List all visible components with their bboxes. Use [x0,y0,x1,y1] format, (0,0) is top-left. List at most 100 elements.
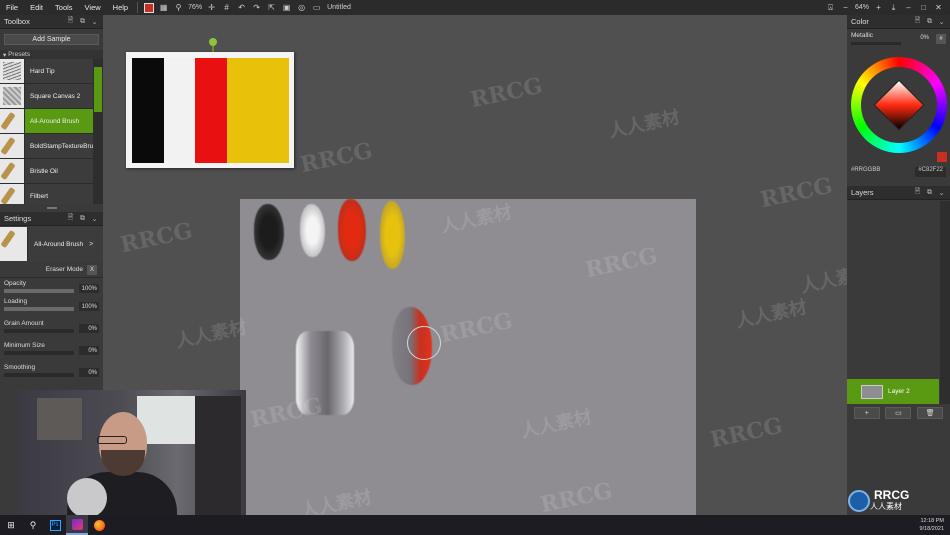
painting-canvas[interactable] [240,199,696,515]
slider-value[interactable]: 0% [79,346,99,355]
detach-icon[interactable]: ⧉ [78,214,87,223]
trash-icon[interactable]: 🗎 [66,17,75,26]
slider-value[interactable]: 100% [79,302,99,311]
preset-item[interactable]: Bristle Oil [0,159,103,184]
download-icon[interactable]: ⤓ [888,2,899,13]
presets-header[interactable]: ▾ Presets [0,50,103,59]
slider-track[interactable] [4,289,74,293]
preset-item[interactable]: Square Canvas 2 [0,84,103,109]
preset-scrollbar[interactable] [93,59,103,204]
menu-tools[interactable]: Tools [49,3,79,12]
hex-input[interactable]: #C82F22 [915,167,946,177]
zoom-in-icon[interactable]: + [873,2,884,13]
saturation-value-picker[interactable] [873,79,925,131]
eraser-toggle[interactable]: X [87,264,97,275]
redo-icon[interactable]: ↷ [251,2,262,13]
logo-sub: 人人素材 [870,502,902,511]
windows-start-icon[interactable]: ⊞ [0,515,22,535]
slider-label: Opacity [4,280,27,287]
preset-thumbnail [0,184,25,204]
chevron-down-icon[interactable]: ⌄ [90,17,99,26]
add-sample-button[interactable]: Add Sample [4,34,99,45]
layer-item-active[interactable]: Layer 2 [847,379,939,404]
trash-icon[interactable]: 🗎 [66,214,75,223]
slider-value[interactable]: 0% [79,324,99,333]
delete-layer-button[interactable]: 🗑 [917,407,944,419]
chevron-down-icon[interactable]: ⌄ [937,188,946,197]
preset-item[interactable]: BoldStampTextureBrush [0,134,103,159]
metallic-slider[interactable]: Metallic 0% # [847,29,950,47]
add-layer-button[interactable]: + [853,407,880,419]
slider-track[interactable] [4,329,74,333]
current-brush-selector[interactable]: All-Around Brush > [0,226,103,262]
color-header: Color 🗎 ⧉ ⌄ [847,15,950,29]
preset-item[interactable]: Hard Tip [0,59,103,84]
slider-track[interactable] [851,42,901,45]
trash-icon[interactable]: 🗎 [913,188,922,197]
reference-swatch-black [132,58,164,163]
pinned-reference-image[interactable] [126,52,294,168]
chevron-down-icon[interactable]: ⌄ [90,214,99,223]
hash-icon[interactable]: # [936,34,946,44]
menu-help[interactable]: Help [107,3,134,12]
menu-view[interactable]: View [79,3,107,12]
close-icon[interactable]: ✕ [933,2,944,13]
hash-icon[interactable]: # [221,2,232,13]
tilt-icon[interactable]: ⍓ [825,2,836,13]
preset-label: Filbert [30,192,49,200]
preset-item[interactable]: Filbert [0,184,103,204]
detach-icon[interactable]: ⧉ [78,17,87,26]
undo-icon[interactable]: ↶ [236,2,247,13]
opacity-slider[interactable]: Opacity 100% [0,278,103,296]
minimize-icon[interactable]: – [903,2,914,13]
search-icon[interactable]: ⚲ [22,515,44,535]
save-icon[interactable]: ▣ [281,2,292,13]
right-panel: Color 🗎 ⧉ ⌄ Metallic 0% # #RRGGBB #C82F2… [847,15,950,515]
current-color-swatch[interactable] [937,152,947,162]
photoshop-icon[interactable]: Ps [44,515,66,535]
zoom-level[interactable]: 76% [188,4,202,11]
chevron-down-icon[interactable]: ⌄ [937,17,946,26]
slider-track[interactable] [4,307,74,311]
slider-track[interactable] [4,351,74,355]
move-icon[interactable]: ✛ [206,2,217,13]
loading-slider[interactable]: Loading 100% [0,296,103,314]
preset-label: BoldStampTextureBrush [30,142,101,150]
rebelle-app-icon[interactable] [66,515,88,535]
slider-value[interactable]: 100% [79,284,99,293]
canvas-zoom-level[interactable]: 64% [855,4,869,11]
panel-divider-handle[interactable] [0,204,103,212]
folder-button[interactable]: ▭ [885,407,912,419]
pin-icon[interactable] [209,38,217,46]
trash-icon[interactable]: 🗎 [913,17,922,26]
maximize-icon[interactable]: □ [918,2,929,13]
grid-icon[interactable]: ▦ [158,2,169,13]
layer-scrollbar[interactable] [940,201,950,404]
zoom-out-icon[interactable]: − [840,2,851,13]
system-clock[interactable]: 12:18 PM 9/18/2021 [920,517,944,533]
scroll-thumb[interactable] [94,67,102,112]
chevron-right-icon: > [89,240,94,248]
preset-item-active[interactable]: All-Around Brush [0,109,103,134]
slider-track[interactable] [4,373,74,377]
slider-fill [4,307,74,311]
slider-value[interactable]: 0% [79,368,99,377]
smoothing-slider[interactable]: Smoothing 0% [0,362,103,380]
globe-icon[interactable]: ◎ [296,2,307,13]
firefox-icon[interactable] [88,515,110,535]
minimum-size-slider[interactable]: Minimum Size 0% [0,340,103,358]
layer-buttons: + ▭ 🗑 [851,407,946,421]
menu-file[interactable]: File [0,3,24,12]
grain-amount-slider[interactable]: Grain Amount 0% [0,318,103,336]
color-wheel[interactable] [851,57,947,153]
menu-edit[interactable]: Edit [24,3,49,12]
preset-label: All-Around Brush [30,117,80,125]
pick-icon[interactable]: ⚲ [173,2,184,13]
current-color-icon[interactable] [143,2,154,13]
metallic-value[interactable]: 0% [909,35,929,44]
export-icon[interactable]: ⇱ [266,2,277,13]
detach-icon[interactable]: ⧉ [925,17,934,26]
document-title: Untitled [327,4,351,11]
detach-icon[interactable]: ⧉ [925,188,934,197]
preset-thumbnail [0,134,25,158]
